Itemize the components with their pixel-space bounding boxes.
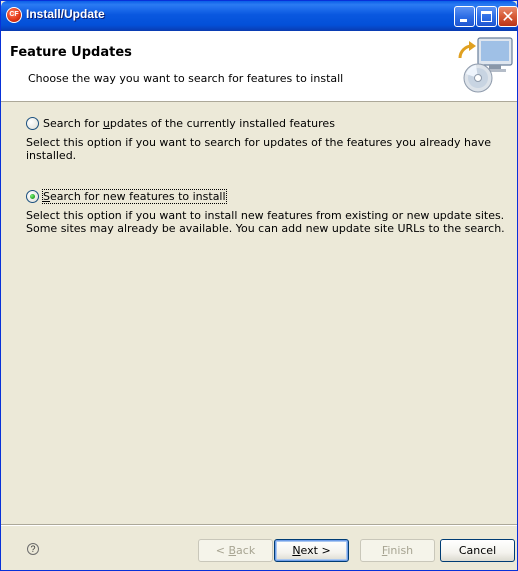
maximize-button[interactable]: [476, 6, 497, 27]
app-icon[interactable]: CF: [6, 7, 22, 23]
help-icon[interactable]: ?: [27, 543, 39, 555]
minimize-button[interactable]: [454, 6, 475, 27]
radio-search-updates[interactable]: Search for updates of the currently inst…: [26, 115, 335, 131]
finish-button[interactable]: Finish: [360, 539, 435, 562]
install-update-dialog: CF Install/Update ✕ Feature Updates Choo…: [0, 0, 518, 571]
wizard-page-content: Search for updates of the currently inst…: [1, 102, 517, 522]
minimize-icon: [460, 19, 467, 22]
back-button[interactable]: < Back: [198, 539, 273, 562]
footer-separator: [1, 524, 517, 526]
wizard-header-banner: Feature Updates Choose the way you want …: [1, 31, 517, 102]
page-description: Choose the way you want to search for fe…: [28, 72, 344, 85]
close-icon: ✕: [501, 7, 515, 26]
update-cd-monitor-icon: [458, 37, 513, 93]
title-bar[interactable]: CF Install/Update ✕: [1, 1, 518, 31]
window-title: Install/Update: [26, 7, 105, 21]
radio-label[interactable]: Search for new features to install: [42, 188, 227, 204]
maximize-icon: [481, 11, 492, 22]
page-title: Feature Updates: [10, 45, 132, 60]
next-button[interactable]: Next >: [274, 539, 349, 562]
radio-button[interactable]: [26, 116, 39, 130]
option-help-text: Select this option if you want to instal…: [26, 209, 505, 235]
cancel-button[interactable]: Cancel: [440, 539, 515, 562]
close-button[interactable]: ✕: [498, 6, 518, 27]
option-help-text: Select this option if you want to search…: [26, 136, 491, 162]
radio-label[interactable]: Search for updates of the currently inst…: [43, 117, 335, 130]
radio-search-new-features[interactable]: Search for new features to install: [26, 188, 227, 204]
radio-button[interactable]: [26, 189, 39, 203]
